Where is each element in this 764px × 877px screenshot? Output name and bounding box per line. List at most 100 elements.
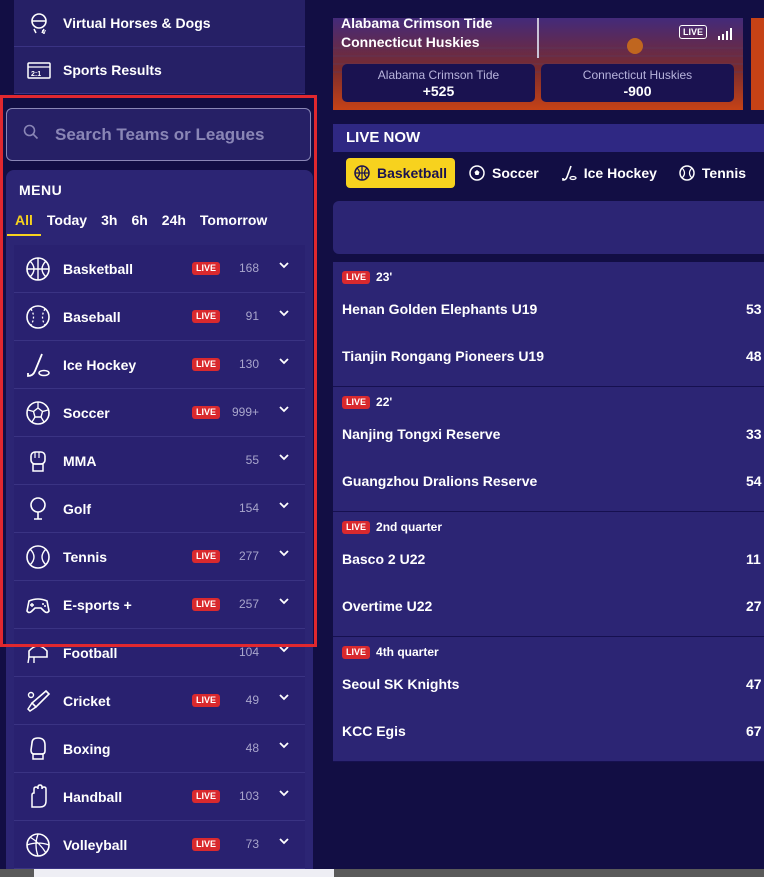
svg-text:v: v: [42, 29, 46, 34]
sidebar-item-soccer[interactable]: Soccer LIVE 999+: [14, 389, 305, 437]
signal-icon: [717, 27, 733, 45]
event-count: 103: [238, 789, 259, 803]
sport-name: Soccer: [63, 404, 110, 421]
tab-label: Soccer: [492, 165, 539, 181]
live-badge: LIVE: [679, 25, 708, 39]
event-count: 73: [245, 837, 259, 851]
sidebar-item-mma[interactable]: MMA 55: [14, 437, 305, 485]
event-count: 49: [245, 693, 259, 707]
chevron-down-icon[interactable]: [277, 498, 291, 517]
chevron-down-icon[interactable]: [277, 786, 291, 805]
sport-name: E-sports +: [63, 596, 132, 613]
sidebar-item-basketball[interactable]: Basketball LIVE 168: [14, 245, 305, 293]
filter-today[interactable]: Today: [47, 212, 87, 238]
match-status: LIVE 4th quarter: [342, 645, 439, 659]
scoreboard-icon: 2:1: [26, 57, 52, 83]
event-count: 277: [238, 549, 259, 563]
away-score: 48: [746, 348, 762, 364]
match-card[interactable]: LIVE 22' Nanjing Tongxi Reserve 33 Guangzhou…: [333, 387, 764, 512]
ice-hockey-icon: [24, 351, 52, 379]
sidebar-item-tennis[interactable]: Tennis LIVE 277: [14, 533, 305, 581]
odds-button-team-2[interactable]: Connecticut Huskies -900: [541, 64, 734, 102]
sidebar-item-volleyball[interactable]: Volleyball LIVE 73: [14, 821, 305, 869]
chevron-down-icon[interactable]: [277, 306, 291, 325]
sport-name: Cricket: [63, 692, 111, 709]
sidebar-item-label: Virtual Horses & Dogs: [63, 15, 211, 31]
chevron-down-icon[interactable]: [277, 354, 291, 373]
search-box: [6, 108, 311, 161]
match-card[interactable]: LIVE 4th quarter Seoul SK Knights 47 KCC Egi…: [333, 637, 764, 762]
soccer-ball-icon: [24, 399, 52, 427]
next-featured-banner[interactable]: [751, 18, 764, 110]
svg-text:2:1: 2:1: [31, 71, 41, 78]
chevron-down-icon[interactable]: [277, 258, 291, 277]
sport-name: Basketball: [63, 260, 134, 277]
tennis-ball-icon: [24, 543, 52, 571]
sport-name: MMA: [63, 452, 97, 469]
filter-all[interactable]: All: [7, 212, 41, 238]
sidebar-item-boxing[interactable]: Boxing 48: [14, 725, 305, 773]
live-badge: LIVE: [192, 598, 221, 611]
chevron-down-icon[interactable]: [277, 450, 291, 469]
live-badge: LIVE: [342, 520, 371, 534]
sidebar-item-handball[interactable]: Handball LIVE 103: [14, 773, 305, 821]
featured-match-banner[interactable]: Alabama Crimson Tide Connecticut Huskies…: [333, 18, 743, 110]
sport-name: Volleyball: [63, 836, 128, 853]
filter-3h[interactable]: 3h: [101, 212, 117, 238]
tab-soccer[interactable]: Soccer: [461, 158, 547, 188]
match-clock: 4th quarter: [376, 645, 439, 659]
event-count: 91: [245, 309, 259, 323]
gamepad-icon: [24, 591, 52, 619]
chevron-down-icon[interactable]: [277, 738, 291, 757]
time-filters: All Today 3h 6h 24h Tomorrow: [6, 212, 281, 238]
event-count: 48: [245, 741, 259, 755]
chevron-down-icon[interactable]: [277, 642, 291, 661]
sidebar-item-golf[interactable]: Golf 154: [14, 485, 305, 533]
match-card[interactable]: LIVE 2nd quarter Basco 2 U22 11 Overtime U22…: [333, 512, 764, 637]
sport-name: Football: [63, 644, 118, 661]
home-score: 33: [746, 426, 762, 442]
tab-basketball[interactable]: Basketball: [346, 158, 456, 188]
tab-tennis[interactable]: Tennis: [671, 158, 754, 188]
home-score: 11: [746, 551, 761, 567]
filter-tomorrow[interactable]: Tomorrow: [200, 212, 267, 238]
sidebar-item-ice-hockey[interactable]: Ice Hockey LIVE 130: [14, 341, 305, 389]
odds-value: +525: [422, 83, 455, 99]
chevron-down-icon[interactable]: [277, 402, 291, 421]
boxing-glove-icon: [24, 735, 52, 763]
sidebar-item-virtual-horses-dogs[interactable]: v Virtual Horses & Dogs: [14, 0, 305, 47]
event-count: 999+: [231, 405, 259, 419]
live-badge: LIVE: [192, 838, 221, 851]
sidebar-item-football[interactable]: Football 104: [14, 629, 305, 677]
tab-label: Basketball: [377, 165, 448, 181]
event-count: 257: [238, 597, 259, 611]
away-team: Tianjin Rongang Pioneers U19: [342, 348, 545, 364]
filter-24h[interactable]: 24h: [162, 212, 186, 238]
sport-name: Boxing: [63, 740, 111, 757]
home-team: Seoul SK Knights: [342, 676, 460, 692]
tab-label: Ice Hockey: [583, 165, 657, 181]
chevron-down-icon[interactable]: [277, 690, 291, 709]
away-team: Guangzhou Dralions Reserve: [342, 473, 538, 489]
home-score: 53: [746, 301, 762, 317]
odds-button-team-1[interactable]: Alabama Crimson Tide +525: [342, 64, 535, 102]
home-team: Basco 2 U22: [342, 551, 426, 567]
filter-6h[interactable]: 6h: [131, 212, 147, 238]
sidebar-item-e-sports[interactable]: E-sports + LIVE 257: [14, 581, 305, 629]
sport-name: Tennis: [63, 548, 108, 565]
sidebar-item-cricket[interactable]: Cricket LIVE 49: [14, 677, 305, 725]
chevron-down-icon[interactable]: [277, 834, 291, 853]
match-clock: 22': [376, 395, 393, 409]
event-count: 104: [238, 645, 259, 659]
chevron-down-icon[interactable]: [277, 594, 291, 613]
sidebar-top-links: v Virtual Horses & Dogs 2:1 Sports Resul…: [14, 0, 305, 94]
sidebar-item-sports-results[interactable]: 2:1 Sports Results: [14, 47, 305, 94]
search-input[interactable]: [53, 123, 297, 146]
live-badge: LIVE: [192, 550, 221, 563]
sidebar-item-baseball[interactable]: Baseball LIVE 91: [14, 293, 305, 341]
chevron-down-icon[interactable]: [277, 546, 291, 565]
live-badge: LIVE: [192, 406, 221, 419]
home-team: Henan Golden Elephants U19: [342, 301, 538, 317]
tab-ice-hockey[interactable]: Ice Hockey: [553, 158, 665, 188]
match-card[interactable]: LIVE 23' Henan Golden Elephants U19 53 Tianj…: [333, 262, 764, 387]
